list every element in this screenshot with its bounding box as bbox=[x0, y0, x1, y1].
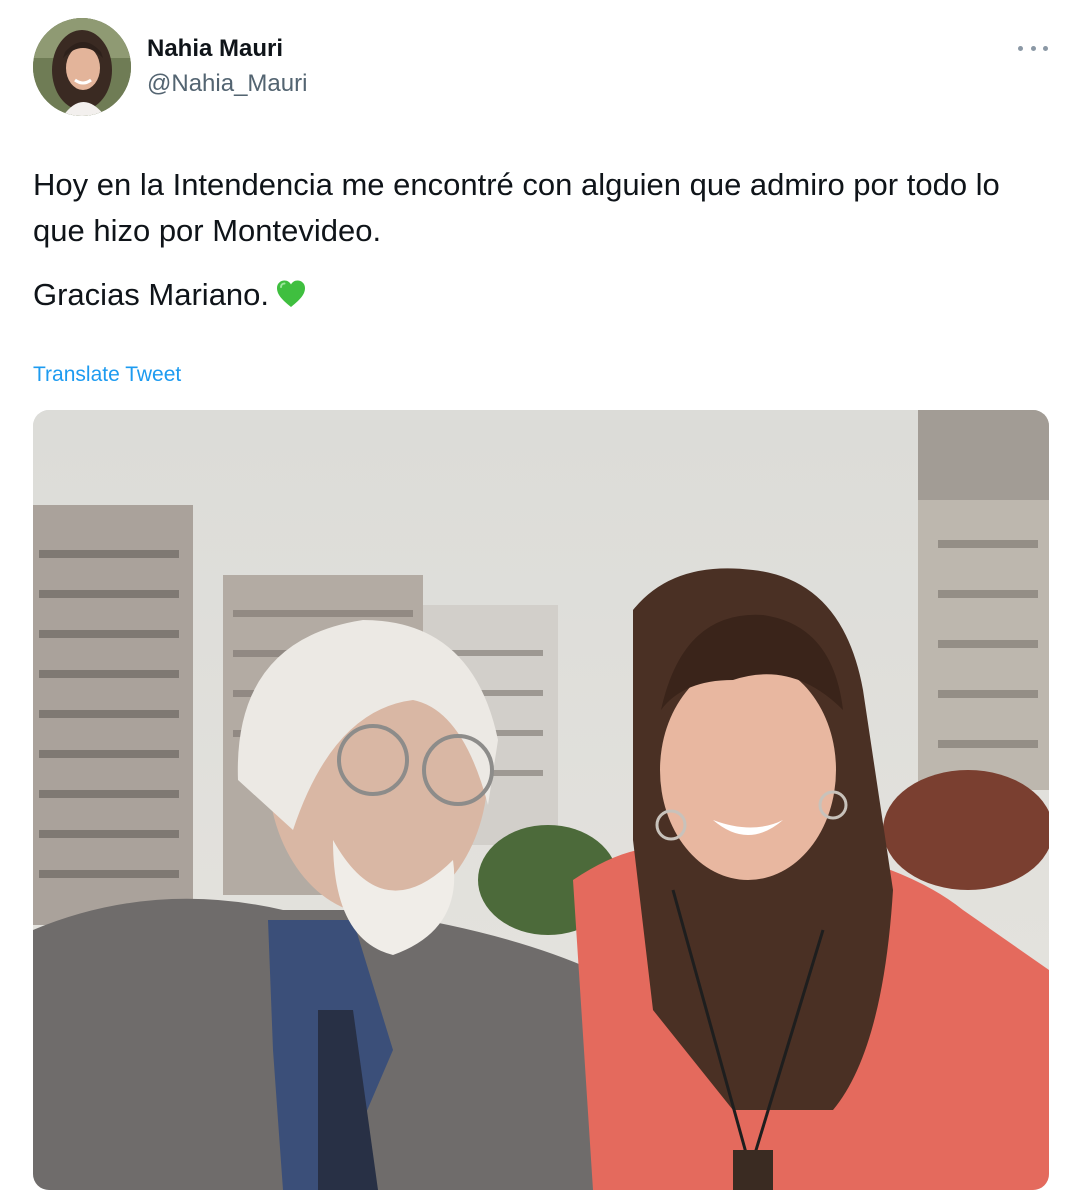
photo-image bbox=[33, 410, 1049, 1190]
author-handle[interactable]: @Nahia_Mauri bbox=[147, 70, 307, 98]
tweet-text: Hoy en la Intendencia me encontré con al… bbox=[33, 162, 1043, 318]
more-dot bbox=[1018, 45, 1023, 51]
green-heart-icon bbox=[277, 280, 306, 307]
author-display-name[interactable]: Nahia Mauri bbox=[147, 35, 283, 63]
tweet-text-thanks: Gracias Mariano. bbox=[33, 277, 270, 312]
more-options-icon[interactable] bbox=[1018, 38, 1048, 58]
translate-tweet-link[interactable]: Translate Tweet bbox=[33, 363, 181, 387]
avatar-image bbox=[33, 18, 131, 116]
more-dot bbox=[1030, 45, 1036, 51]
tweet-text-line2: Gracias Mariano. bbox=[33, 272, 1043, 318]
tweet-text-line1: Hoy en la Intendencia me encontré con al… bbox=[33, 167, 1000, 248]
author-avatar[interactable] bbox=[33, 18, 131, 116]
more-dot bbox=[1043, 45, 1048, 51]
tweet-photo[interactable] bbox=[33, 410, 1049, 1190]
